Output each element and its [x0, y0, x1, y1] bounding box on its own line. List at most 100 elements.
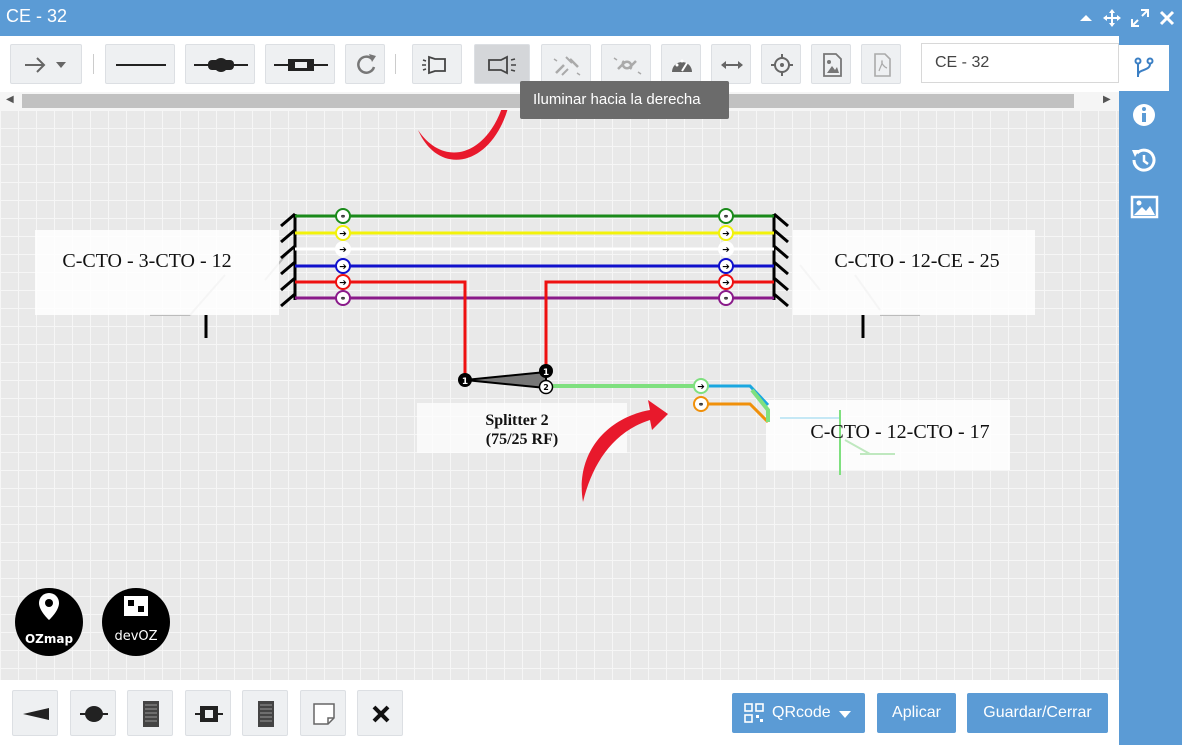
svg-text:➔: ➔ [339, 246, 347, 256]
left-box [35, 230, 279, 315]
splitter-name: Splitter 2 [485, 412, 548, 429]
stretch-button[interactable] [711, 44, 751, 84]
svg-text:➔: ➔ [722, 263, 730, 273]
svg-text:➔: ➔ [339, 230, 347, 240]
name-field[interactable]: CE - 32 [921, 43, 1119, 83]
unlink-icon [553, 56, 581, 76]
diagram-svg: C-CTO - 3-CTO - 12 C-CTO - 12-CE - 25 C-… [15, 110, 1035, 656]
horizontal-arrows-icon [721, 61, 743, 69]
splitter-out-port-2: 2 [543, 383, 549, 392]
scroll-right-icon[interactable]: ▶ [1103, 94, 1111, 105]
svg-text:➔: ➔ [339, 279, 347, 289]
add-splice-button[interactable] [70, 690, 116, 736]
add-note-button[interactable] [300, 690, 346, 736]
delete-button[interactable] [357, 690, 403, 736]
connector-block-icon [195, 706, 223, 722]
export-pdf-button[interactable] [861, 44, 901, 84]
link-button[interactable] [601, 44, 651, 84]
svg-text:⚭: ⚭ [723, 212, 730, 221]
left-box-label: C-CTO - 3-CTO - 12 [62, 250, 231, 272]
tray-icon [258, 701, 274, 727]
tab-diagram[interactable] [1119, 45, 1169, 91]
left-cable-end [280, 212, 297, 308]
dashboard-button[interactable] [661, 44, 701, 84]
connector-button[interactable] [265, 44, 335, 84]
delete-x-icon [372, 705, 390, 723]
unlink-button[interactable] [541, 44, 591, 84]
add-connector-button[interactable] [185, 690, 231, 736]
flashlight-left-icon [422, 55, 446, 75]
splice-box-button[interactable] [185, 44, 255, 84]
chevron-down-icon [839, 711, 851, 718]
ozmap-logo: OZmap [15, 588, 83, 656]
qrcode-icon [744, 703, 764, 723]
close-icon[interactable] [1157, 8, 1177, 28]
pdf-file-icon [874, 53, 891, 77]
splice-icon [194, 58, 248, 72]
qrcode-button[interactable]: QRcode [732, 693, 865, 733]
light-right-button[interactable] [474, 44, 530, 84]
maximize-icon[interactable] [1130, 8, 1150, 28]
history-icon[interactable] [1120, 144, 1170, 178]
splitter-in-port: 1 [462, 377, 468, 387]
rotate-icon [357, 54, 376, 74]
rotate-button[interactable] [345, 44, 385, 84]
diagram-canvas[interactable]: C-CTO - 3-CTO - 12 C-CTO - 12-CE - 25 C-… [0, 110, 1119, 680]
arrow-annotation-tooltip [418, 110, 508, 160]
pointer-dropdown-button[interactable] [10, 44, 82, 84]
lower-box-label: C-CTO - 12-CTO - 17 [810, 421, 989, 443]
splitter[interactable]: 1 1 2 [458, 364, 554, 395]
right-box-label: C-CTO - 12-CE - 25 [834, 250, 999, 272]
svg-text:➔: ➔ [722, 230, 730, 240]
scroll-left-icon[interactable]: ◀ [6, 94, 14, 105]
ozmap-text: OZmap [25, 632, 74, 646]
right-cable-end [772, 212, 789, 308]
add-tray-button[interactable] [242, 690, 288, 736]
crosshair-icon [771, 54, 793, 76]
window-title: CE - 32 [6, 6, 68, 26]
light-left-button[interactable] [412, 44, 462, 84]
svg-text:➔: ➔ [722, 279, 730, 289]
apply-button[interactable]: Aplicar [877, 693, 956, 733]
svg-text:⚭: ⚭ [723, 294, 730, 303]
branch-icon [1134, 57, 1154, 77]
collapse-icon[interactable] [1076, 8, 1096, 28]
flashlight-right-icon [488, 55, 516, 75]
cable-button[interactable] [105, 44, 175, 84]
connector-icon [274, 59, 328, 71]
svg-text:➔: ➔ [697, 383, 705, 393]
save-close-button[interactable]: Guardar/Cerrar [967, 693, 1108, 733]
export-image-button[interactable] [811, 44, 851, 84]
cable-spool-icon [143, 701, 159, 727]
devoz-text: devOZ [114, 629, 157, 644]
arrow-right-icon [25, 57, 46, 73]
devoz-logo: devOZ [102, 588, 170, 656]
fiber-red-right [544, 280, 774, 368]
image-icon[interactable] [1120, 191, 1170, 225]
info-icon[interactable] [1120, 99, 1170, 133]
image-file-icon [823, 53, 842, 77]
right-box [793, 230, 1035, 315]
gauge-icon [672, 59, 692, 72]
right-sidebar [1119, 36, 1182, 745]
bottom-toolbar: QRcode Aplicar Guardar/Cerrar [0, 680, 1119, 745]
svg-text:➔: ➔ [339, 263, 347, 273]
splitter-ratio: (75/25 RF) [486, 431, 558, 448]
svg-text:⚭: ⚭ [698, 400, 705, 409]
svg-text:⚭: ⚭ [340, 294, 347, 303]
add-cable-button[interactable] [127, 690, 173, 736]
move-icon[interactable] [1102, 8, 1122, 28]
sticky-note-icon [313, 703, 335, 725]
window-titlebar: CE - 32 [0, 0, 1182, 36]
fiber-red-left [295, 280, 467, 378]
tooltip: Iluminar hacia la derecha [520, 81, 729, 119]
splice-closure-icon [80, 706, 108, 722]
svg-text:➔: ➔ [722, 246, 730, 256]
svg-text:⚭: ⚭ [340, 212, 347, 221]
fiber-orange [701, 402, 770, 424]
qrcode-label: QRcode [772, 704, 831, 721]
fiber-cone-icon [23, 708, 49, 720]
add-fiber-button[interactable] [12, 690, 58, 736]
chevron-down-icon [56, 62, 66, 68]
center-button[interactable] [761, 44, 801, 84]
